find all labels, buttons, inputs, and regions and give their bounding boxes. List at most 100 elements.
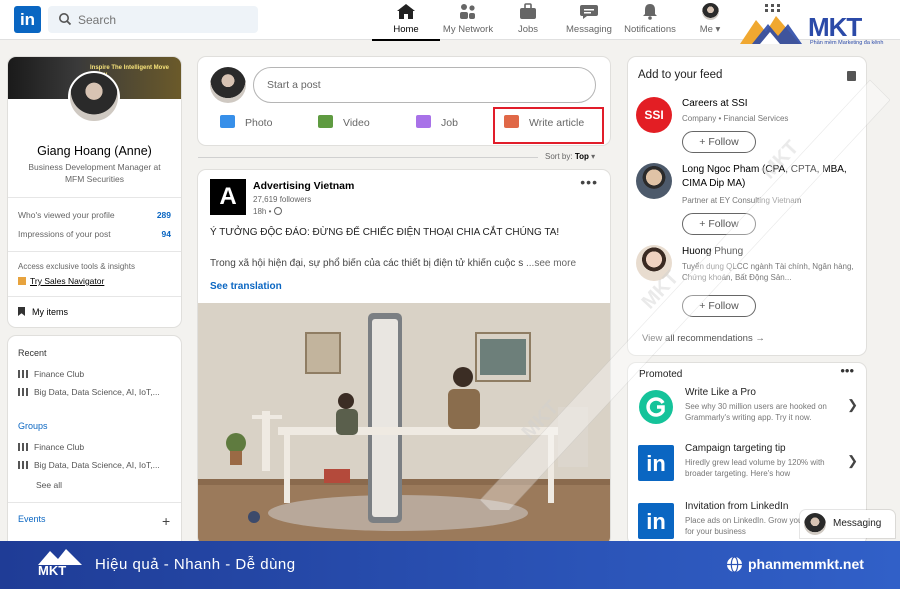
briefcase-icon xyxy=(416,115,431,128)
recommendation-subtitle: Partner at EY Consulting Vietnam xyxy=(682,196,802,205)
chevron-right-icon[interactable]: ❯ xyxy=(847,453,858,469)
divider xyxy=(8,296,181,297)
sales-navigator-link[interactable]: Try Sales Navigator xyxy=(18,276,104,286)
group-item[interactable]: Big Data, Data Science, AI, IoT,... xyxy=(18,460,160,470)
recommendation-item: SSI Careers at SSI Company • Financial S… xyxy=(636,97,858,157)
profile-headline: Business Development Manager at MFM Secu… xyxy=(28,162,161,184)
mkt-wordmark: MKT xyxy=(808,12,862,42)
access-text: Access exclusive tools & insights xyxy=(18,262,135,271)
video-icon xyxy=(318,115,333,128)
avatar xyxy=(804,513,826,535)
globe-icon xyxy=(727,556,742,573)
recommendation-name[interactable]: Huong Phung xyxy=(682,245,858,259)
search-input[interactable] xyxy=(78,6,248,33)
post-body: Trong xã hội hiện đại, sự phổ biến của c… xyxy=(210,258,577,269)
brand-footer-banner: MKT Hiệu quả - Nhanh - Dễ dùng phanmemmk… xyxy=(0,541,900,589)
nav-jobs[interactable]: Jobs xyxy=(510,3,546,39)
nav-me[interactable]: Me ▾ xyxy=(696,3,724,39)
linkedin-logo: in xyxy=(638,503,674,539)
search-bar[interactable] xyxy=(48,6,258,33)
profile-card: Inspire The Intelligent Move Today Giang… xyxy=(8,57,181,327)
bookmark-icon xyxy=(18,307,25,316)
add-event-icon[interactable]: + xyxy=(162,513,170,529)
recommendation-name[interactable]: Careers at SSI xyxy=(682,97,858,111)
nav-messaging[interactable]: Messaging xyxy=(564,3,614,39)
info-icon[interactable] xyxy=(847,71,856,81)
linkedin-logo[interactable]: in xyxy=(14,6,41,33)
events-heading[interactable]: Events xyxy=(18,514,46,524)
promoted-desc: Hiredly grew lead volume by 120% with br… xyxy=(685,458,825,478)
promoted-item[interactable]: in Campaign targeting tip Hiredly grew l… xyxy=(638,443,858,485)
add-to-feed-heading: Add to your feed xyxy=(638,69,723,81)
stat-post-impressions[interactable]: Impressions of your post 94 xyxy=(18,229,171,239)
write-article-highlight-box xyxy=(493,107,604,144)
promoted-desc: See why 30 million users are hooked on G… xyxy=(685,402,827,422)
group-icon xyxy=(18,370,28,378)
sort-dropdown[interactable]: Sort by: Top ▾ xyxy=(545,152,595,161)
mkt-mark-icon xyxy=(740,16,802,44)
brand-website[interactable]: phanmemmkt.net xyxy=(748,556,864,572)
more-options-icon[interactable]: ••• xyxy=(840,363,854,378)
messaging-overlay[interactable]: Messaging xyxy=(800,510,895,538)
network-icon xyxy=(460,4,475,19)
view-all-recommendations-link[interactable]: View all recommendations → xyxy=(642,333,765,344)
see-all-link[interactable]: See all xyxy=(36,480,62,490)
divider xyxy=(8,197,181,198)
divider xyxy=(8,251,181,252)
avatar xyxy=(701,3,719,20)
see-translation-link[interactable]: See translation xyxy=(210,281,282,292)
recent-item[interactable]: Finance Club xyxy=(18,369,84,379)
company-name[interactable]: Advertising Vietnam xyxy=(253,180,354,192)
stat-profile-views[interactable]: Who's viewed your profile 289 xyxy=(18,210,171,220)
company-logo[interactable]: SSI xyxy=(636,97,672,133)
follow-button[interactable]: + Follow xyxy=(682,131,756,153)
post-image[interactable] xyxy=(198,303,610,545)
follow-button[interactable]: + Follow xyxy=(682,295,756,317)
recent-item[interactable]: Big Data, Data Science, AI, IoT,... xyxy=(18,387,160,397)
nav-my-network-label: My Network xyxy=(442,24,494,35)
nav-home[interactable]: Home xyxy=(372,3,440,41)
recommendation-name[interactable]: Long Ngoc Pham (CPA, CPTA, MBA, CIMA Dip… xyxy=(682,163,858,191)
messaging-label: Messaging xyxy=(833,518,882,529)
promoted-title: Write Like a Pro xyxy=(685,387,756,398)
nav-my-network[interactable]: My Network xyxy=(438,3,498,39)
follow-button[interactable]: + Follow xyxy=(682,213,756,235)
divider xyxy=(8,502,181,503)
profile-name[interactable]: Giang Hoang (Anne) xyxy=(8,144,181,158)
linkedin-logo: in xyxy=(638,445,674,481)
promoted-item[interactable]: Write Like a Pro See why 30 million user… xyxy=(638,387,858,429)
job-button[interactable]: Job xyxy=(416,115,458,129)
avatar[interactable] xyxy=(636,163,672,199)
chevron-right-icon[interactable]: ❯ xyxy=(847,397,858,413)
see-more-link[interactable]: ...see more xyxy=(526,258,576,269)
nav-messaging-label: Messaging xyxy=(566,24,612,35)
post-photo xyxy=(198,303,610,545)
group-icon xyxy=(18,388,28,396)
group-item[interactable]: Finance Club xyxy=(18,442,84,452)
group-icon xyxy=(18,443,28,451)
nav-me-label: Me ▾ xyxy=(699,24,721,35)
groups-heading[interactable]: Groups xyxy=(18,421,48,431)
more-options-icon[interactable]: ••• xyxy=(580,174,598,190)
recent-card: Recent Finance Club Big Data, Data Scien… xyxy=(8,336,181,556)
feed-post: A Advertising Vietnam 27,619 followers 1… xyxy=(198,170,610,545)
photo-icon xyxy=(220,115,235,128)
profile-avatar[interactable] xyxy=(68,71,120,123)
post-headline: Ý TƯỞNG ĐỘC ĐÁO: ĐỪNG ĐỂ CHIẾC ĐIỆN THOẠ… xyxy=(210,227,560,238)
stat-value: 94 xyxy=(161,229,171,239)
post-time: 18h • xyxy=(253,207,282,216)
nav-home-label: Home xyxy=(393,24,419,35)
grammarly-logo xyxy=(639,390,673,424)
sort-divider xyxy=(198,157,538,158)
my-items-link[interactable]: My items xyxy=(18,307,68,317)
group-icon xyxy=(18,461,28,469)
photo-button[interactable]: Photo xyxy=(220,115,272,129)
avatar[interactable] xyxy=(636,245,672,281)
recent-heading: Recent xyxy=(18,348,47,358)
nav-notifications[interactable]: Notifications xyxy=(622,3,678,39)
start-post-input[interactable]: Start a post xyxy=(253,67,596,103)
avatar[interactable] xyxy=(210,67,246,103)
stat-label: Impressions of your post xyxy=(18,229,111,239)
video-button[interactable]: Video xyxy=(318,115,370,129)
company-logo[interactable]: A xyxy=(210,179,246,215)
